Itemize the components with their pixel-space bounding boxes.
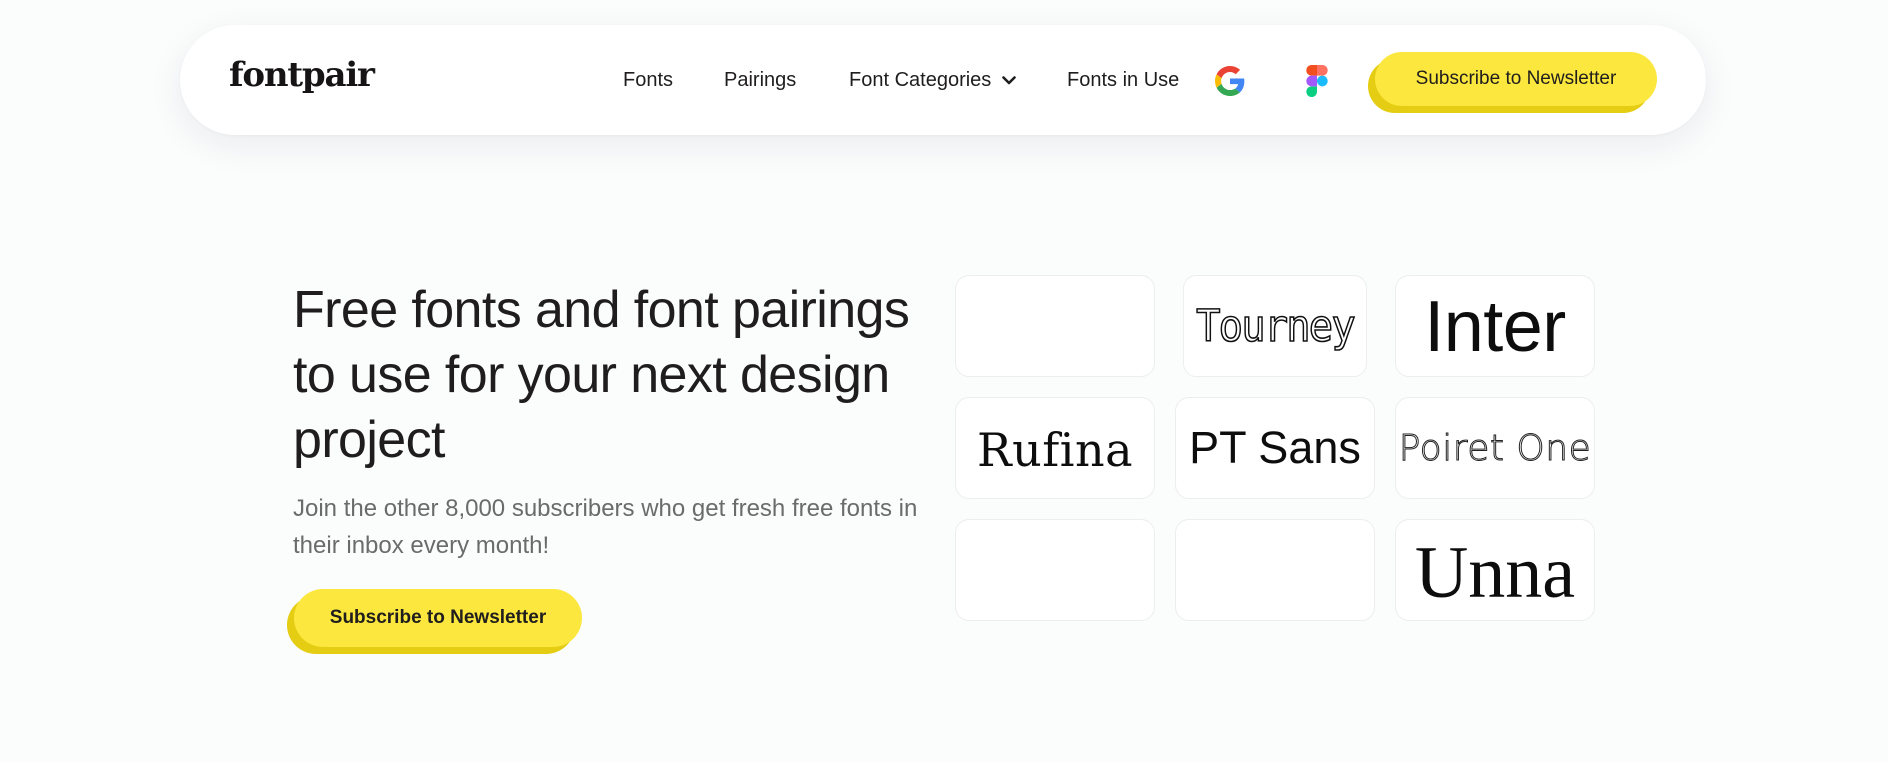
- font-tile-rufina[interactable]: Rufina: [955, 397, 1155, 499]
- font-tile-empty[interactable]: [955, 519, 1155, 621]
- hero-title: Free fonts and font pairings to use for …: [293, 281, 910, 469]
- font-tile-poiret-one[interactable]: Poiret One: [1395, 397, 1595, 499]
- nav-link-pairings[interactable]: Pairings: [724, 67, 796, 93]
- navbar: fontpair Fonts Pairings Font Categories …: [180, 25, 1706, 135]
- font-tile-empty[interactable]: [955, 275, 1155, 377]
- font-tile-empty[interactable]: [1175, 519, 1375, 621]
- nav-link-font-categories-label: Font Categories: [849, 69, 992, 91]
- nav-link-font-categories[interactable]: Font Categories: [849, 67, 1017, 93]
- hero-subtitle: Join the other 8,000 subscribers who get…: [293, 495, 918, 559]
- font-tile-grid: Tourney Inter Rufina PT Sans Poiret One …: [955, 275, 1595, 621]
- hero-subscribe-button[interactable]: Subscribe to Newsletter: [294, 589, 582, 647]
- nav-link-fonts[interactable]: Fonts: [623, 67, 673, 93]
- nav-subscribe-button[interactable]: Subscribe to Newsletter: [1375, 52, 1657, 106]
- nav-link-fonts-in-use[interactable]: Fonts in Use: [1067, 67, 1179, 93]
- figma-icon[interactable]: [1306, 65, 1328, 97]
- chevron-down-icon: [1002, 76, 1017, 85]
- font-tile-pt-sans[interactable]: PT Sans: [1175, 397, 1375, 499]
- font-tile-unna[interactable]: Unna: [1395, 519, 1595, 621]
- font-tile-tourney[interactable]: Tourney: [1183, 275, 1367, 377]
- google-icon[interactable]: [1215, 66, 1245, 96]
- fontpair-logo[interactable]: fontpair: [229, 53, 375, 97]
- font-tile-inter[interactable]: Inter: [1395, 275, 1595, 377]
